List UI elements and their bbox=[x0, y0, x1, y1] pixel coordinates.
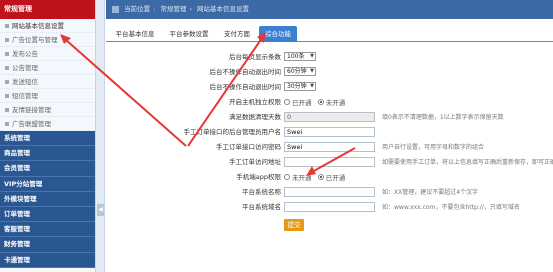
field-label: 后台不操作自动退出时间 bbox=[209, 68, 282, 76]
sidebar-item-label: 广告联盟管理 bbox=[12, 120, 51, 128]
field-label: 后台每页显示条数 bbox=[229, 53, 281, 61]
cleanup-days-input[interactable]: 0 bbox=[284, 112, 375, 122]
radio-app-enabled[interactable] bbox=[317, 174, 324, 180]
field-label: 满足数据清理天数 bbox=[229, 113, 281, 121]
breadcrumb-item[interactable]: 网站基本信息设置 bbox=[197, 5, 249, 13]
field-hint: 如需要使用手工订单，将以上信息填写正确后重新保存，即可正确访问 bbox=[382, 159, 553, 166]
home-icon bbox=[112, 5, 119, 13]
sidebar-item-site-settings[interactable]: 网站基本信息设置 bbox=[0, 19, 95, 33]
field-label: 开启主机独立权限 bbox=[229, 98, 281, 106]
breadcrumb: 当前位置: 常规管理 › 网站基本信息设置 bbox=[106, 0, 553, 19]
breadcrumb-item[interactable]: 常规管理 bbox=[160, 5, 186, 13]
bullet-icon bbox=[5, 122, 9, 126]
form-row: 手机端app权限 未开通 已开通 bbox=[106, 172, 553, 183]
sidebar-item-ad-alliance[interactable]: 广告联盟管理 bbox=[0, 117, 95, 131]
form-row: 开启主机独立权限 已开通 未开通 bbox=[106, 97, 553, 108]
tab-payment[interactable]: 支付方面 bbox=[218, 26, 256, 42]
page-size-select[interactable]: 100条 ▼ bbox=[284, 52, 316, 61]
sidebar-group-goods[interactable]: 商品管理 bbox=[0, 146, 95, 162]
sidebar-splitter[interactable]: ◀ bbox=[96, 0, 105, 272]
sidebar-group-members[interactable]: 会员管理 bbox=[0, 161, 95, 177]
field-label: 手工订单接口的后台管理员用户名 bbox=[183, 128, 282, 136]
field-label: 后台不操作自动退出时间 bbox=[209, 83, 282, 91]
tab-composite[interactable]: 综合功能 bbox=[259, 26, 297, 42]
sidebar-item-send-sms[interactable]: 发送短信 bbox=[0, 75, 95, 89]
sidebar-group-orders[interactable]: 订单管理 bbox=[0, 206, 95, 223]
radio-enabled[interactable] bbox=[284, 99, 290, 105]
sidebar-item-label: 短信管理 bbox=[12, 92, 38, 100]
form-row: 后台不操作自动退出时间 30分钟 ▼ bbox=[106, 82, 553, 93]
collapse-icon[interactable]: ◀ bbox=[97, 204, 104, 216]
access-url-input[interactable] bbox=[284, 157, 375, 167]
form-row: 手工订单接口的后台管理员用户名 Swei bbox=[106, 127, 553, 138]
field-label: 手机端app权限 bbox=[236, 173, 281, 181]
sidebar-item-label: 发送短信 bbox=[12, 78, 38, 86]
bullet-icon bbox=[5, 52, 9, 56]
field-hint: 如：XX管理，建议不要超过4个汉字 bbox=[382, 189, 479, 196]
field-hint: 填0表示不清理数据，1以上数字表示保留天数 bbox=[382, 114, 504, 121]
bullet-icon bbox=[5, 94, 9, 98]
bullet-icon bbox=[5, 38, 9, 42]
sidebar-item-notice-management[interactable]: 公告管理 bbox=[0, 61, 95, 75]
form-row: 平台系统名称 如：XX管理，建议不要超过4个汉字 bbox=[106, 187, 553, 198]
bullet-icon bbox=[5, 80, 9, 84]
sidebar: 常规管理 网站基本信息设置 广告位置与管理 发布公告 公告管理 发送短信 短信管… bbox=[0, 0, 96, 272]
chevron-down-icon: ▼ bbox=[310, 53, 314, 59]
field-hint: 如：www.xxx.com，不要包含http://，只填写域名 bbox=[382, 204, 520, 211]
sidebar-group-cards[interactable]: 卡通管理 bbox=[0, 252, 95, 268]
timeout-select[interactable]: 60分钟 ▼ bbox=[284, 67, 316, 76]
breadcrumb-item: 当前位置 bbox=[124, 5, 151, 13]
sidebar-item-sms-management[interactable]: 短信管理 bbox=[0, 89, 95, 103]
form-row: 平台系统域名 如：www.xxx.com，不要包含http://，只填写域名 bbox=[106, 202, 553, 213]
access-password-input[interactable]: Swei bbox=[284, 142, 375, 152]
sidebar-group-system[interactable]: 系统管理 bbox=[0, 131, 95, 147]
sidebar-group-service[interactable]: 客服管理 bbox=[0, 222, 95, 238]
radio-disabled[interactable] bbox=[317, 99, 324, 105]
sidebar-group-modules[interactable]: 外模块管理 bbox=[0, 191, 95, 207]
sidebar-item-label: 友情链接管理 bbox=[12, 106, 51, 114]
submit-button[interactable]: 提交 bbox=[284, 219, 304, 231]
bullet-icon bbox=[5, 66, 9, 70]
field-hint: 用户自行设置，可用字母和数字的组合 bbox=[382, 144, 485, 151]
field-label: 手工订单访问地址 bbox=[229, 158, 281, 166]
chevron-down-icon: ▼ bbox=[310, 83, 314, 89]
sidebar-item-label: 广告位置与管理 bbox=[12, 36, 58, 44]
sidebar-item-ad-management[interactable]: 广告位置与管理 bbox=[0, 33, 95, 47]
tab-basic-info[interactable]: 平台基本信息 bbox=[110, 26, 160, 42]
sidebar-item-label: 发布公告 bbox=[12, 50, 38, 58]
system-domain-input[interactable] bbox=[284, 202, 375, 212]
form-row: 手工订单访问地址 如需要使用手工订单，将以上信息填写正确后重新保存，即可正确访问 bbox=[106, 157, 553, 168]
admin-username-input[interactable]: Swei bbox=[284, 127, 375, 137]
form-row: 手工订单接口访问密码 Swei 用户自行设置，可用字母和数字的组合 bbox=[106, 142, 553, 153]
bullet-icon bbox=[5, 24, 9, 28]
form-row: 后台每页显示条数 100条 ▼ bbox=[106, 52, 553, 63]
form-row: 后台不操作自动退出时间 60分钟 ▼ bbox=[106, 67, 553, 78]
sidebar-group-finance[interactable]: 财务管理 bbox=[0, 237, 95, 253]
main-panel: 当前位置: 常规管理 › 网站基本信息设置 平台基本信息 平台参数设置 支付方面 … bbox=[106, 0, 553, 272]
sidebar-header[interactable]: 常规管理 bbox=[0, 0, 95, 19]
field-label: 平台系统域名 bbox=[242, 203, 281, 211]
sidebar-item-label: 公告管理 bbox=[12, 64, 38, 72]
form-row: 满足数据清理天数 0 填0表示不清理数据，1以上数字表示保留天数 bbox=[106, 112, 553, 123]
field-label: 平台系统名称 bbox=[242, 188, 281, 196]
tab-bar: 平台基本信息 平台参数设置 支付方面 综合功能 bbox=[106, 26, 553, 42]
field-label: 手工订单接口访问密码 bbox=[216, 143, 281, 151]
sidebar-item-friend-links[interactable]: 友情链接管理 bbox=[0, 103, 95, 117]
sidebar-group-vip[interactable]: VIP分站管理 bbox=[0, 176, 95, 192]
radio-app-disabled[interactable] bbox=[284, 174, 290, 180]
sidebar-item-publish-notice[interactable]: 发布公告 bbox=[0, 47, 95, 61]
chevron-down-icon: ▼ bbox=[310, 68, 314, 74]
system-name-input[interactable] bbox=[284, 187, 375, 197]
sidebar-item-label: 网站基本信息设置 bbox=[12, 22, 64, 30]
timeout-select-2[interactable]: 30分钟 ▼ bbox=[284, 82, 316, 91]
bullet-icon bbox=[5, 108, 9, 112]
tab-params[interactable]: 平台参数设置 bbox=[164, 26, 214, 42]
